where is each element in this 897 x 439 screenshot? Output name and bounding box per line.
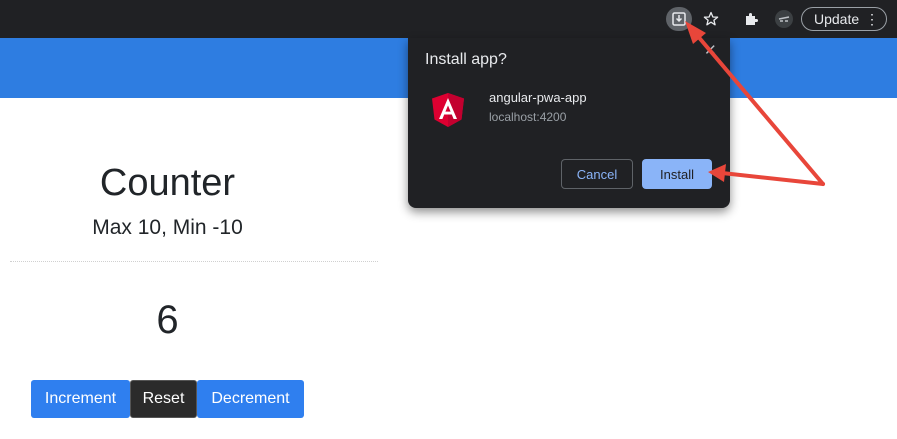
app-name: angular-pwa-app — [489, 90, 587, 105]
close-icon[interactable]: ✕ — [704, 41, 717, 59]
counter-subtitle: Max 10, Min -10 — [92, 216, 243, 239]
install-app-glyph — [672, 12, 686, 26]
decrement-button[interactable]: Decrement — [197, 380, 304, 418]
update-label: Update — [814, 11, 860, 27]
incognito-avatar-icon[interactable] — [772, 7, 796, 31]
increment-button[interactable]: Increment — [31, 380, 130, 418]
counter-card: Counter Max 10, Min -10 6 Increment Rese… — [0, 98, 380, 439]
counter-value: 6 — [156, 298, 179, 342]
puzzle-glyph — [746, 13, 758, 25]
app-origin: localhost:4200 — [489, 110, 567, 124]
install-button[interactable]: Install — [642, 159, 712, 189]
divider — [10, 261, 378, 262]
arrow-to-install-button — [720, 171, 825, 186]
install-app-icon[interactable] — [666, 7, 692, 31]
update-button[interactable]: Update ⋮ — [801, 7, 887, 31]
avatar-glyph — [775, 10, 793, 28]
counter-button-group: Increment Reset Decrement — [31, 380, 304, 418]
counter-title: Counter — [99, 162, 236, 204]
browser-toolbar: Update ⋮ — [0, 0, 897, 38]
star-icon[interactable] — [699, 7, 723, 31]
install-app-dialog: Install app? ✕ angular-pwa-app localhost… — [408, 38, 730, 208]
reset-button[interactable]: Reset — [130, 380, 197, 418]
angular-logo-icon — [432, 93, 464, 127]
cancel-button[interactable]: Cancel — [561, 159, 633, 189]
puzzle-icon[interactable] — [739, 7, 763, 31]
dialog-title: Install app? — [425, 51, 507, 68]
kebab-menu-icon[interactable]: ⋮ — [865, 11, 879, 27]
star-glyph — [703, 11, 719, 26]
